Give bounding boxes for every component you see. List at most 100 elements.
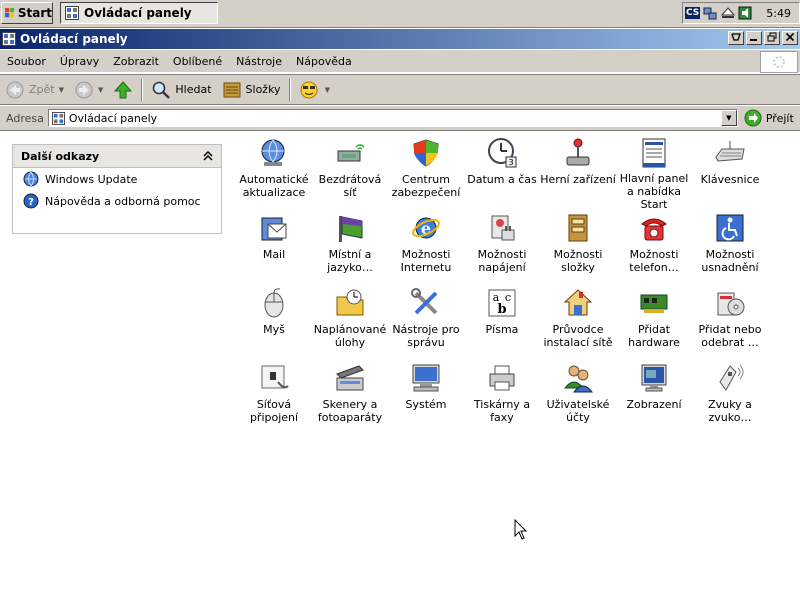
close-icon [785,32,795,42]
item-mail[interactable]: Mail [236,211,312,286]
collapse-chevron-icon[interactable] [203,151,213,161]
item-network-setup-wizard[interactable]: Průvodce instalací sítě [540,286,616,361]
item-label: Možnosti napájení [477,248,527,274]
item-mouse[interactable]: Myš [236,286,312,361]
control-panel-icon [2,32,16,46]
start-button[interactable]: Start [1,2,53,24]
item-date-time[interactable]: 3 Datum a čas [464,136,540,211]
back-button[interactable]: Zpět ▼ [0,76,69,104]
item-power-options[interactable]: Možnosti napájení [464,211,540,286]
sounds-icon [719,364,744,391]
item-wireless-network[interactable]: Bezdrátová síť [312,136,388,211]
globe-update-icon [23,171,39,187]
clock[interactable]: 5:49 [766,7,791,20]
forward-dropdown-icon[interactable]: ▼ [98,86,103,94]
item-label: Myš [263,323,285,336]
item-label: Možnosti složky [553,248,603,274]
forward-button[interactable]: ▼ [69,76,108,104]
restore-icon [767,32,777,42]
network-connections-icon [261,365,289,389]
item-user-accounts[interactable]: Uživatelské účty [540,361,616,436]
item-scanners-cameras[interactable]: Skenery a fotoaparáty [312,361,388,436]
item-label: Bezdrátová síť [318,173,382,199]
joystick-icon [566,138,590,166]
item-label: Mail [262,248,286,261]
item-security-center[interactable]: Centrum zabezpečení [388,136,464,211]
item-fonts[interactable]: acb Písma [464,286,540,361]
address-dropdown-button[interactable]: ▼ [720,110,737,126]
item-label: Síťová připojení [249,398,299,424]
taskbar-window-label: Ovládací panely [84,6,192,20]
search-button[interactable]: Hledat [146,76,216,104]
item-add-remove-programs[interactable]: Přidat nebo odebrat … [692,286,768,361]
minimize-button[interactable] [746,31,762,45]
standard-toolbar: Zpět ▼ ▼ Hledat Složky ▼ [0,74,800,105]
item-label: Hlavní panel a nabídka Start [619,172,689,211]
item-internet-options[interactable]: e Možnosti Internetu [388,211,464,286]
folders-icon [223,82,241,97]
item-game-controllers[interactable]: Herní zařízení [540,136,616,211]
help-button[interactable] [728,31,744,45]
item-accessibility-options[interactable]: Možnosti usnadnění [692,211,768,286]
close-button[interactable] [782,31,798,45]
language-indicator[interactable]: CS [685,7,701,19]
menu-file[interactable]: Soubor [0,55,53,68]
item-add-hardware[interactable]: Přidat hardware [616,286,692,361]
views-dropdown-icon[interactable]: ▼ [325,86,330,94]
search-icon [153,81,171,99]
item-scheduled-tasks[interactable]: Naplánované úlohy [312,286,388,361]
internet-icon: e [412,217,440,239]
up-arrow-icon [114,80,133,98]
item-label: Uživatelské účty [546,398,610,424]
globe-update-icon [261,139,285,166]
restore-button[interactable] [764,31,780,45]
menu-edit[interactable]: Úpravy [53,55,106,68]
toolbar-separator [288,78,291,101]
go-button[interactable]: Přejít [744,109,794,127]
help-support-label: Nápověda a odborná pomoc [45,194,201,208]
item-keyboard[interactable]: Klávesnice [692,136,768,211]
network-tray-icon[interactable] [703,6,718,21]
item-label: Možnosti usnadnění [701,248,759,274]
forward-arrow-icon [75,81,93,98]
item-system[interactable]: Systém [388,361,464,436]
mouse-cursor-icon [514,519,528,540]
item-folder-options[interactable]: Možnosti složky [540,211,616,286]
go-arrow-icon [744,109,762,127]
back-dropdown-icon[interactable]: ▼ [59,86,64,94]
item-display[interactable]: Zobrazení [616,361,692,436]
power-icon [491,215,515,241]
add-remove-icon [717,292,745,316]
menu-view[interactable]: Zobrazit [106,55,166,68]
item-label: Zvuky a zvuko… [708,398,752,424]
item-taskbar-start-menu[interactable]: Hlavní panel a nabídka Start [616,136,692,211]
menu-tools[interactable]: Nástroje [229,55,289,68]
item-label: Tiskárny a faxy [473,398,531,424]
address-input[interactable]: Ovládací panely ▼ [47,109,738,127]
address-label: Adresa [6,111,44,125]
item-label: Skenery a fotoaparáty [317,398,383,424]
folders-button[interactable]: Složky [217,76,286,104]
up-folder-button[interactable] [108,76,138,104]
item-network-connections[interactable]: Síťová připojení [236,361,312,436]
menu-help[interactable]: Nápověda [289,55,359,68]
item-label: Klávesnice [700,173,760,186]
menu-favorites[interactable]: Oblíbené [166,55,229,68]
network-wizard-icon [563,289,593,316]
back-arrow-icon [6,81,24,98]
panel-header[interactable]: Další odkazy [13,145,221,168]
item-phone-options[interactable]: Možnosti telefon… [616,211,692,286]
volume-tray-icon[interactable] [738,6,752,20]
window-titlebar[interactable]: Ovládací panely [0,29,800,49]
item-regional-language[interactable]: Místní a jazyko… [312,211,388,286]
taskbar-window-button[interactable]: Ovládací panely [60,2,218,24]
views-button[interactable]: ▼ [294,76,335,104]
help-support-link[interactable]: ? Nápověda a odborná pomoc [13,190,221,212]
windows-update-link[interactable]: Windows Update [13,168,221,190]
eject-tray-icon[interactable] [721,6,736,20]
item-printers-faxes[interactable]: Tiskárny a faxy [464,361,540,436]
window-controls [728,31,798,45]
item-administrative-tools[interactable]: Nástroje pro správu [388,286,464,361]
item-sounds-audio[interactable]: Zvuky a zvuko… [692,361,768,436]
item-automatic-updates[interactable]: Automatické aktualizace [236,136,312,211]
